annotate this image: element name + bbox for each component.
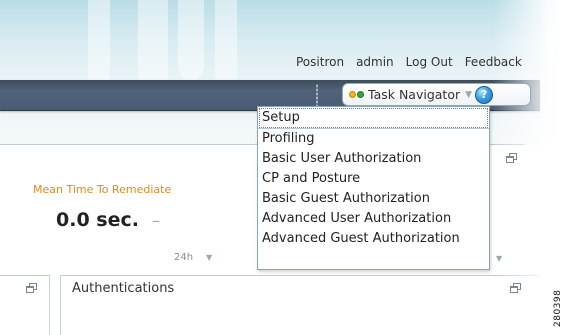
logout-link[interactable]: Log Out: [406, 55, 453, 69]
mttr-label: Mean Time To Remediate: [33, 183, 172, 196]
task-navigator-button[interactable]: Task Navigator ▼ ?: [342, 83, 531, 106]
task-navigator-menu: Setup Profiling Basic User Authorization…: [257, 106, 490, 270]
top-navigation: Positron admin Log Out Feedback: [296, 55, 534, 69]
header-decoration: [88, 0, 110, 90]
chevron-down-icon[interactable]: ▼: [206, 253, 212, 262]
task-navigator-label: Task Navigator: [368, 87, 461, 102]
user-link[interactable]: admin: [356, 55, 394, 69]
menu-item-advanced-user-authorization[interactable]: Advanced User Authorization: [258, 209, 489, 229]
authentications-title: Authentications: [72, 281, 175, 296]
chevron-down-icon[interactable]: ▼: [496, 254, 502, 263]
menu-item-basic-user-authorization[interactable]: Basic User Authorization: [258, 149, 489, 169]
glasses-icon: [349, 91, 365, 98]
side-panel: [0, 275, 50, 335]
menu-item-profiling[interactable]: Profiling: [258, 129, 489, 149]
toolbar-grip: [316, 84, 318, 106]
figure-id-watermark: 280398: [553, 289, 563, 327]
menu-item-cp-and-posture[interactable]: CP and Posture: [258, 169, 489, 189]
time-range-select[interactable]: 24h: [174, 252, 193, 263]
mttr-value: 0.0 sec.: [56, 209, 139, 231]
product-link[interactable]: Positron: [296, 55, 344, 69]
chevron-down-icon[interactable]: ▼: [465, 90, 472, 100]
trend-indicator: –: [152, 211, 160, 230]
help-icon[interactable]: ?: [475, 85, 494, 104]
restore-window-icon[interactable]: [26, 283, 38, 294]
restore-window-icon[interactable]: [506, 153, 518, 164]
menu-item-setup[interactable]: Setup: [258, 107, 489, 129]
header-decoration: [215, 0, 237, 85]
menu-item-basic-guest-authorization[interactable]: Basic Guest Authorization: [258, 189, 489, 209]
app-frame: Positron admin Log Out Feedback Task Naviga…: [0, 0, 563, 335]
feedback-link[interactable]: Feedback: [465, 55, 522, 69]
header-decoration: [138, 0, 168, 90]
menu-item-advanced-guest-authorization[interactable]: Advanced Guest Authorization: [258, 229, 489, 249]
header-decoration: [178, 0, 204, 80]
restore-window-icon[interactable]: [510, 283, 522, 294]
